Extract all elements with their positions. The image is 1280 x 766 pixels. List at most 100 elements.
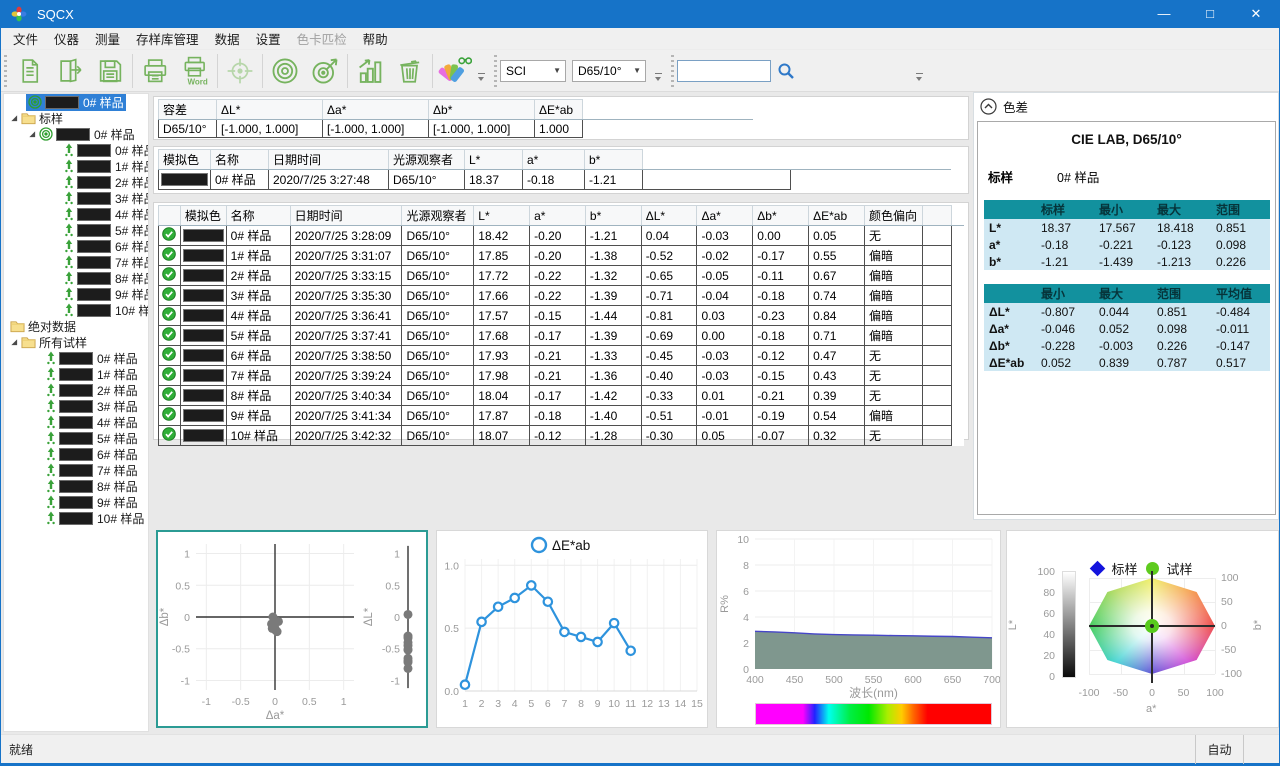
- tree-item[interactable]: 0# 样品: [4, 126, 148, 142]
- toolbar-grip[interactable]: [494, 55, 497, 87]
- toolbar-overflow-icon[interactable]: [654, 73, 664, 83]
- tree-item[interactable]: 1# 样品: [4, 158, 148, 174]
- tree-item[interactable]: 8# 样品: [4, 478, 148, 494]
- tree-item[interactable]: 9# 样品: [4, 286, 148, 302]
- scatter-chart-panel[interactable]: 10.50-0.5-1-1-0.500.51Δa*Δb*10.50-0.5-1Δ…: [156, 530, 428, 728]
- sample-row[interactable]: 2# 样品2020/7/25 3:33:15D65/10°17.72-0.22-…: [159, 266, 965, 286]
- illuminant-select[interactable]: D65/10° ▼: [572, 60, 646, 82]
- deltae-trend-chart-panel[interactable]: 0.00.51.0123456789101112131415ΔE*ab: [436, 530, 708, 728]
- calibrate-button[interactable]: [220, 52, 260, 90]
- menu-item-2[interactable]: 测量: [87, 27, 128, 50]
- tree-expand-icon[interactable]: [8, 114, 19, 122]
- sample-row[interactable]: 0# 样品2020/7/25 3:28:09D65/10°18.42-0.20-…: [159, 226, 965, 246]
- tree-item[interactable]: 0# 样品: [4, 142, 148, 158]
- color-swatch: [56, 128, 90, 141]
- standard-marker-icon: [1090, 561, 1106, 577]
- menu-item-3[interactable]: 存样库管理: [128, 27, 207, 50]
- sample-row[interactable]: 9# 样品2020/7/25 3:41:34D65/10°17.87-0.18-…: [159, 406, 965, 426]
- spectral-chart-panel[interactable]: 0246810400450500550600650700波长(nm)R%: [716, 530, 1001, 728]
- toolbar-overflow-icon[interactable]: [915, 73, 925, 83]
- pass-check-icon: [159, 406, 181, 426]
- measure-sample-button[interactable]: [305, 52, 345, 90]
- tree-item[interactable]: 1# 样品: [4, 366, 148, 382]
- export-button[interactable]: [50, 52, 90, 90]
- toolbar-overflow-icon[interactable]: [477, 73, 487, 83]
- svg-text:700: 700: [983, 674, 1000, 686]
- tree-item[interactable]: 标样: [4, 110, 148, 126]
- toolbar-grip[interactable]: [671, 55, 674, 87]
- tree-item[interactable]: 7# 样品: [4, 462, 148, 478]
- color-swatch: [59, 448, 93, 461]
- svg-text:-0.5: -0.5: [232, 696, 250, 708]
- lab-wheel-chart-panel[interactable]: 标样试样100806040200L*100500-50-100b*-100-50…: [1006, 530, 1279, 728]
- sample-row[interactable]: 10# 样品2020/7/25 3:42:32D65/10°18.07-0.12…: [159, 426, 965, 446]
- sci-mode-select[interactable]: SCI ▼: [500, 60, 566, 82]
- menu-item-1[interactable]: 仪器: [46, 27, 87, 50]
- tree-item[interactable]: 10# 样品: [4, 510, 148, 526]
- menu-bar: 文件仪器测量存样库管理数据设置色卡匹检帮助: [1, 28, 1279, 50]
- close-button[interactable]: ✕: [1233, 0, 1279, 28]
- new-document-button[interactable]: [10, 52, 50, 90]
- sample-icon: [64, 175, 74, 189]
- color-swatch: [77, 304, 111, 317]
- tree-item[interactable]: 8# 样品: [4, 270, 148, 286]
- auto-mode-button[interactable]: 自动: [1195, 735, 1243, 764]
- sample-row[interactable]: 7# 样品2020/7/25 3:39:24D65/10°17.98-0.21-…: [159, 366, 965, 386]
- color-swatch: [183, 429, 224, 442]
- tolerance-row[interactable]: D65/10°[-1.000, 1.000][-1.000, 1.000][-1…: [159, 120, 753, 138]
- search-icon[interactable]: [777, 62, 795, 80]
- tree-item[interactable]: 0# 样品: [4, 94, 148, 110]
- maximize-button[interactable]: □: [1187, 0, 1233, 28]
- tree-item[interactable]: 4# 样品: [4, 414, 148, 430]
- color-swatch: [77, 144, 111, 157]
- tree-item[interactable]: 9# 样品: [4, 494, 148, 510]
- color-swatch: [77, 224, 111, 237]
- minimize-button[interactable]: —: [1141, 0, 1187, 28]
- color-card-match-button[interactable]: [435, 52, 475, 90]
- color-swatch: [45, 96, 79, 109]
- delete-button[interactable]: [390, 52, 430, 90]
- print-button[interactable]: [135, 52, 175, 90]
- tree-item[interactable]: 3# 样品: [4, 398, 148, 414]
- tree-expand-icon[interactable]: [8, 338, 19, 346]
- menu-item-6[interactable]: 色卡匹检: [289, 27, 355, 50]
- sample-row[interactable]: 3# 样品2020/7/25 3:35:30D65/10°17.66-0.22-…: [159, 286, 965, 306]
- tree-item[interactable]: 4# 样品: [4, 206, 148, 222]
- tree-item[interactable]: 6# 样品: [4, 446, 148, 462]
- tree-item[interactable]: 绝对数据: [4, 318, 148, 334]
- tree-item[interactable]: 0# 样品: [4, 350, 148, 366]
- sample-row[interactable]: 1# 样品2020/7/25 3:31:07D65/10°17.85-0.20-…: [159, 246, 965, 266]
- toolbar-grip[interactable]: [4, 55, 7, 87]
- svg-text:-0.5: -0.5: [382, 644, 400, 656]
- tree-item[interactable]: 6# 样品: [4, 238, 148, 254]
- standard-row[interactable]: 0# 样品2020/7/25 3:27:48D65/10°18.37-0.18-…: [159, 170, 951, 190]
- tree-item[interactable]: 所有试样: [4, 334, 148, 350]
- sample-row[interactable]: 8# 样品2020/7/25 3:40:34D65/10°18.04-0.17-…: [159, 386, 965, 406]
- menu-item-7[interactable]: 帮助: [355, 27, 396, 50]
- tree-item[interactable]: 5# 样品: [4, 222, 148, 238]
- tree-item[interactable]: 7# 样品: [4, 254, 148, 270]
- tree-item[interactable]: 10# 样品: [4, 302, 148, 318]
- search-input[interactable]: [677, 60, 771, 82]
- tree-expand-icon[interactable]: [26, 130, 37, 138]
- menu-item-0[interactable]: 文件: [5, 27, 46, 50]
- svg-text:Δa*: Δa*: [266, 710, 285, 722]
- sample-icon: [64, 191, 74, 205]
- menu-item-4[interactable]: 数据: [207, 27, 248, 50]
- statistics-chart-button[interactable]: [350, 52, 390, 90]
- tree-item[interactable]: 3# 样品: [4, 190, 148, 206]
- tree-item[interactable]: 2# 样品: [4, 174, 148, 190]
- sample-row[interactable]: 4# 样品2020/7/25 3:36:41D65/10°17.57-0.15-…: [159, 306, 965, 326]
- save-button[interactable]: [90, 52, 130, 90]
- sample-row[interactable]: 5# 样品2020/7/25 3:37:41D65/10°17.68-0.17-…: [159, 326, 965, 346]
- measure-standard-button[interactable]: [265, 52, 305, 90]
- sample-icon: [46, 383, 56, 397]
- tree-item[interactable]: 2# 样品: [4, 382, 148, 398]
- collapse-icon[interactable]: [980, 98, 997, 115]
- menu-item-5[interactable]: 设置: [248, 27, 289, 50]
- sample-icon: [46, 463, 56, 477]
- tree-item[interactable]: 5# 样品: [4, 430, 148, 446]
- sample-row[interactable]: 6# 样品2020/7/25 3:38:50D65/10°17.93-0.21-…: [159, 346, 965, 366]
- color-swatch: [77, 240, 111, 253]
- export-word-button[interactable]: Word: [175, 52, 215, 90]
